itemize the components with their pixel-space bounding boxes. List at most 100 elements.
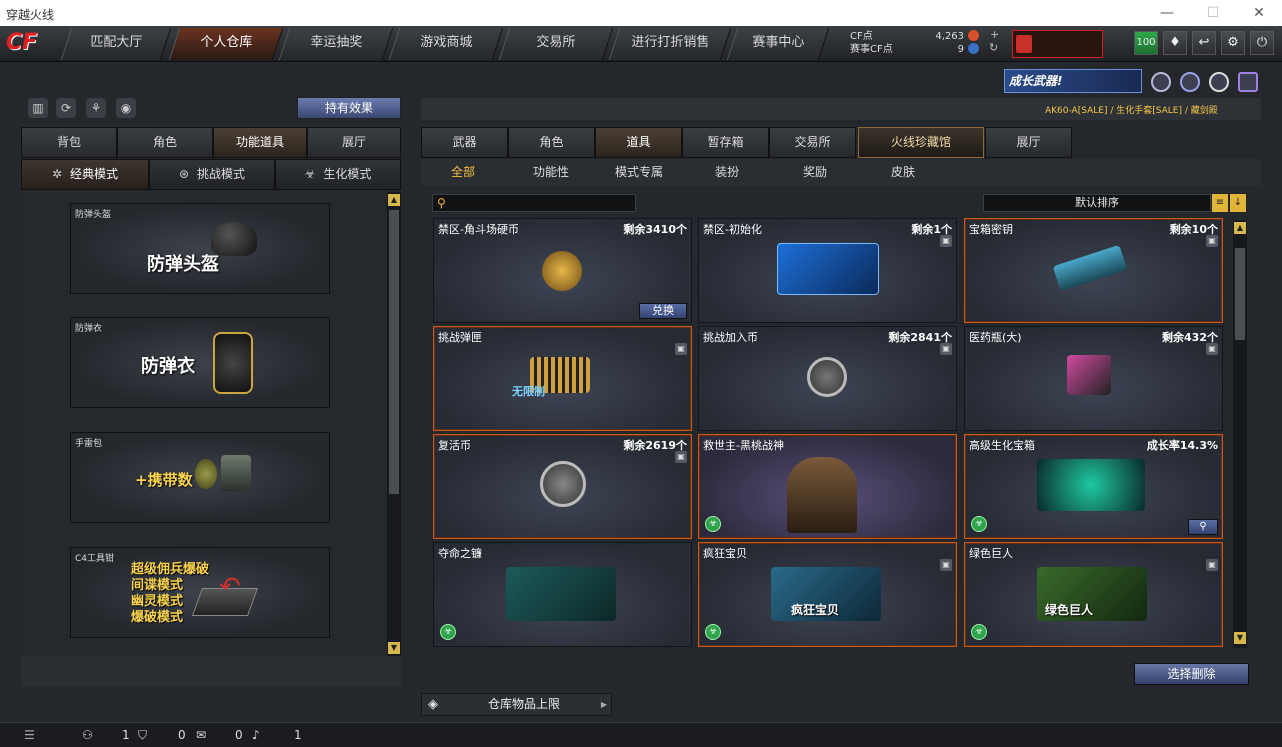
slot-helmet[interactable]: 防弹头盔 防弹头盔 xyxy=(70,203,330,294)
badge-gear-icon[interactable] xyxy=(1209,72,1229,92)
left-tab-character[interactable]: 角色 xyxy=(117,127,213,158)
level-badge[interactable]: 100 xyxy=(1134,31,1158,55)
badge-globe-icon[interactable] xyxy=(1180,72,1200,92)
hold-effect-button[interactable]: 持有效果 xyxy=(297,97,401,119)
subtab-rewards[interactable]: 奖励 xyxy=(780,159,850,186)
subtab-mode-exclusive[interactable]: 模式专属 xyxy=(604,159,674,186)
minimize-button[interactable]: — xyxy=(1144,0,1190,26)
item-name: 挑战加入币 xyxy=(703,331,758,344)
unlimited-label: 无限制 xyxy=(512,385,545,398)
nav-tab-events[interactable]: 赛事中心 xyxy=(726,28,830,60)
item-card[interactable]: 救世主-黑桃战神 ☣ xyxy=(698,434,957,539)
scroll-thumb[interactable] xyxy=(389,210,399,494)
warehouse-limit-bar[interactable]: ◈ 仓库物品上限 ▶ xyxy=(421,693,612,716)
item-card[interactable]: 夺命之镰 ☣ xyxy=(433,542,692,647)
mode-tab-zombie[interactable]: ☣ 生化模式 xyxy=(275,159,401,190)
right-tab-characters[interactable]: 角色 xyxy=(508,127,595,158)
scroll-up-arrow[interactable]: ▲ xyxy=(388,194,400,206)
nav-tab-shop[interactable]: 游戏商城 xyxy=(388,28,504,60)
list-view-icon[interactable]: ≡ xyxy=(1212,194,1228,212)
stats-icon[interactable]: ▥ xyxy=(28,98,48,118)
refresh-icon[interactable]: ↻ xyxy=(989,41,998,54)
rank-icon[interactable]: ♦ xyxy=(1163,31,1187,55)
slot-grenade-pack[interactable]: 手雷包 +携带数 xyxy=(70,432,330,523)
sort-arrow-icon[interactable]: ↓ xyxy=(1230,194,1246,212)
slot-caption: 防弹衣 xyxy=(75,324,103,334)
nav-tab-match-lobby[interactable]: 匹配大厅 xyxy=(60,28,172,60)
subtab-skins[interactable]: 皮肤 xyxy=(868,159,938,186)
slot-caption: 防弹头盔 xyxy=(75,210,112,220)
maximize-button[interactable]: ☐ xyxy=(1190,0,1236,26)
left-tab-backpack[interactable]: 背包 xyxy=(21,127,117,158)
power-icon[interactable]: ⏻ xyxy=(1250,31,1274,55)
menu-icon[interactable]: ☰ xyxy=(24,728,35,742)
nav-tab-exchange[interactable]: 交易所 xyxy=(498,28,614,60)
item-card[interactable]: 疯狂宝贝 ▣ 疯狂宝贝 ☣ xyxy=(698,542,957,647)
right-tab-collection[interactable]: 火线珍藏馆 xyxy=(858,127,984,158)
badge-w-icon[interactable] xyxy=(1238,72,1258,92)
item-card[interactable]: 禁区-角斗场硬币 剩余3410个 兑换 xyxy=(433,218,692,323)
chest-key-icon xyxy=(1052,244,1128,292)
game-window: 穿越火线 — ☐ ✕ CF 匹配大厅 个人仓库 幸运抽奖 游戏商城 交易所 进行… xyxy=(0,0,1282,747)
subtab-all[interactable]: 全部 xyxy=(428,159,498,186)
bag-icon[interactable]: ◉ xyxy=(116,98,136,118)
scroll-down-arrow[interactable]: ▼ xyxy=(1234,632,1246,644)
c4-mode-item: 间谍模式 xyxy=(131,578,184,593)
grid-scrollbar[interactable]: ▲ ▼ xyxy=(1233,220,1247,648)
badge-v-icon[interactable] xyxy=(1151,72,1171,92)
item-card[interactable]: 挑战加入币 剩余2841个 ▣ xyxy=(698,326,957,431)
helmet-icon xyxy=(211,222,257,256)
friends-icon[interactable]: ⚇ xyxy=(82,728,93,742)
item-card[interactable]: 高级生化宝箱 成长率14.3% ☣ ⚲ xyxy=(964,434,1223,539)
right-tab-exchange[interactable]: 交易所 xyxy=(769,127,856,158)
growth-weapon-banner[interactable]: 成长武器! xyxy=(1004,69,1142,93)
scroll-thumb[interactable] xyxy=(1235,248,1245,340)
shield-icon[interactable]: ⛉ xyxy=(138,728,147,743)
nav-tab-warehouse[interactable]: 个人仓库 xyxy=(168,28,284,60)
mode-tab-classic[interactable]: ✲ 经典模式 xyxy=(21,159,149,190)
settings-icon[interactable]: ⚙ xyxy=(1221,31,1245,55)
right-tab-weapons[interactable]: 武器 xyxy=(421,127,508,158)
revive-coin-icon xyxy=(540,461,586,507)
left-footer xyxy=(21,656,401,687)
item-card[interactable]: 医药瓶(大) 剩余432个 ▣ xyxy=(964,326,1223,431)
close-button[interactable]: ✕ xyxy=(1236,0,1282,26)
subtab-dressup[interactable]: 装扮 xyxy=(692,159,762,186)
left-tab-showroom[interactable]: 展厅 xyxy=(307,127,401,158)
mode-tab-challenge[interactable]: ⊛ 挑战模式 xyxy=(149,159,275,190)
chat-icon[interactable]: ✉ xyxy=(196,728,206,742)
runner-icon[interactable]: ⚘ xyxy=(86,98,106,118)
sort-dropdown[interactable]: 默认排序 xyxy=(983,194,1211,212)
crazy-baby-label: 疯狂宝贝 xyxy=(791,603,840,617)
left-scrollbar[interactable]: ▲ ▼ xyxy=(387,192,401,656)
item-card[interactable]: 禁区-初始化 剩余1个 ▣ xyxy=(698,218,957,323)
item-search-box[interactable]: ⚲ xyxy=(432,194,636,212)
slot-c4-pliers[interactable]: C4工具钳 超级佣兵爆破 间谍模式 幽灵模式 爆破模式 ↶ xyxy=(70,547,330,638)
item-card[interactable]: 宝箱密钥 剩余10个 ▣ xyxy=(964,218,1223,323)
cycle-icon[interactable]: ⟳ xyxy=(56,98,76,118)
flashbang-icon xyxy=(221,455,251,491)
right-tab-items[interactable]: 道具 xyxy=(595,127,682,158)
back-icon[interactable]: ↩ xyxy=(1192,31,1216,55)
item-name: 复活币 xyxy=(438,439,471,452)
scroll-down-arrow[interactable]: ▼ xyxy=(388,642,400,654)
volume-icon[interactable]: ♪ xyxy=(252,728,260,742)
right-tab-temp-box[interactable]: 暂存箱 xyxy=(682,127,769,158)
exchange-button[interactable]: 兑换 xyxy=(639,303,687,319)
item-card[interactable]: 复活币 剩余2619个 ▣ xyxy=(433,434,692,539)
slot-vest[interactable]: 防弹衣 防弹衣 xyxy=(70,317,330,408)
item-card[interactable]: 挑战弹匣 ▣ 无限制 xyxy=(433,326,692,431)
recharge-icon[interactable]: + xyxy=(990,28,999,41)
item-card[interactable]: 绿色巨人 ▣ 绿色巨人 ☣ xyxy=(964,542,1223,647)
right-tab-showroom[interactable]: 展厅 xyxy=(985,127,1072,158)
cf-points-value: 4,263 xyxy=(935,31,964,42)
subtab-functional[interactable]: 功能性 xyxy=(516,159,586,186)
select-delete-button[interactable]: 选择删除 xyxy=(1134,663,1249,685)
nav-tab-lottery[interactable]: 幸运抽奖 xyxy=(278,28,394,60)
nav-tab-sale[interactable]: 进行打折销售 xyxy=(608,28,732,60)
search-icon[interactable]: ⚲ xyxy=(1188,519,1218,535)
left-tab-function-items[interactable]: 功能道具 xyxy=(213,127,307,158)
slot-title: +携带数 xyxy=(135,471,193,489)
scroll-up-arrow[interactable]: ▲ xyxy=(1234,222,1246,234)
event-banner[interactable] xyxy=(1012,30,1103,58)
